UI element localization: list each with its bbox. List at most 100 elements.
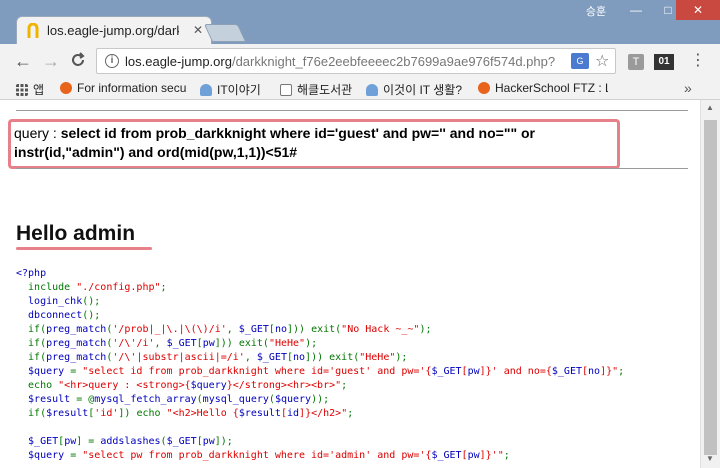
- code-token: addslashes: [100, 436, 161, 447]
- code-token: '/\'/i': [112, 338, 155, 349]
- code-token: ;: [347, 408, 354, 419]
- code-token: $result: [16, 394, 77, 405]
- person-icon: [200, 84, 212, 96]
- code-token: pw: [202, 338, 215, 349]
- code-token: "<hr>query : <strong>{: [58, 380, 191, 391]
- code-token: if(: [16, 324, 47, 335]
- hello-heading: Hello admin: [16, 222, 136, 245]
- code-token: ])) exit(: [305, 352, 360, 363]
- code-token: 'id': [94, 408, 119, 419]
- code-line: $query = "select id from prob_darkknight…: [16, 365, 624, 379]
- query-sql-line2: instr(id,"admin") and ord(mid(pw,1,1))<5…: [14, 144, 298, 160]
- back-button[interactable]: ←: [14, 52, 32, 70]
- query-sql-line1: select id from prob_darkknight where id=…: [60, 125, 535, 141]
- code-token: ] =: [76, 436, 101, 447]
- code-token: mysql_query: [202, 394, 269, 405]
- bookmarks-overflow-icon[interactable]: »: [684, 80, 692, 96]
- code-token: $_GET: [16, 436, 59, 447]
- code-token: no: [588, 366, 601, 377]
- scroll-down-arrow-icon[interactable]: ▼: [706, 454, 714, 463]
- code-token: include: [16, 282, 77, 293]
- window-titlebar: los.eagle-jump.org/dark ✕ 승훈 — □ ✕: [0, 0, 720, 44]
- code-token: if(: [16, 408, 47, 419]
- apps-grid-icon: [16, 84, 28, 96]
- vertical-scrollbar[interactable]: ▲ ▼: [700, 100, 720, 468]
- code-token: $query: [190, 380, 227, 391]
- reload-icon[interactable]: [70, 52, 86, 68]
- extension-t-icon[interactable]: T: [628, 54, 644, 70]
- code-token: }'": [485, 450, 504, 461]
- divider: [16, 110, 688, 111]
- new-tab-button[interactable]: [203, 24, 247, 42]
- code-token: ;: [160, 282, 167, 293]
- code-line: <?php: [16, 267, 624, 281]
- minimize-button[interactable]: —: [620, 0, 652, 20]
- code-token: = @: [76, 394, 95, 405]
- code-token: ,: [244, 352, 257, 363]
- code-token: $query: [16, 450, 71, 461]
- profile-button[interactable]: 승훈: [578, 4, 614, 20]
- code-token: pw: [64, 436, 77, 447]
- code-token: ;: [341, 380, 348, 391]
- code-token: no: [274, 324, 287, 335]
- code-token: $result: [46, 408, 89, 419]
- code-token: $query: [274, 394, 312, 405]
- code-token: pw: [467, 366, 480, 377]
- code-token: ])) exit(: [286, 324, 342, 335]
- code-line: $_GET[pw] = addslashes($_GET[pw]);: [16, 435, 624, 449]
- divider: [16, 168, 688, 169]
- bookmark-item[interactable]: 이것이 IT 생활?: [366, 81, 462, 98]
- address-bar[interactable]: i los.eagle-jump.org/darkknight_f76e2eeb…: [96, 48, 616, 74]
- bookmarks-bar: 앱 For information secu IT이야기 해클도서관 이것이 I…: [0, 78, 720, 100]
- code-token: $_GET: [166, 338, 197, 349]
- code-line: dbconnect();: [16, 309, 624, 323]
- bookmark-label: 해클도서관: [297, 83, 353, 97]
- php-source-code: <?php include "./config.php"; login_chk(…: [16, 267, 624, 463]
- code-token: ));: [311, 394, 330, 405]
- hello-highlight-underline: [16, 247, 152, 250]
- code-token: ();: [82, 296, 101, 307]
- code-token: $_GET: [256, 352, 287, 363]
- code-token: ();: [82, 310, 101, 321]
- bookmark-item[interactable]: For information secu: [60, 81, 188, 95]
- code-token: ,: [154, 338, 167, 349]
- bookmark-star-icon[interactable]: ☆: [595, 51, 609, 71]
- code-token: ;: [618, 366, 625, 377]
- bookmark-item[interactable]: IT이야기: [200, 81, 261, 98]
- code-token: $result: [238, 408, 281, 419]
- person-icon: [366, 84, 378, 96]
- extension-binary-icon[interactable]: 01: [654, 54, 674, 70]
- page-content: query : select id from prob_darkknight w…: [0, 100, 700, 468]
- code-token: preg_match: [46, 338, 107, 349]
- code-token: $query: [16, 366, 71, 377]
- code-token: "HeHe": [268, 338, 306, 349]
- query-label: query :: [14, 125, 61, 141]
- code-token: "select pw from prob_darkknight where id…: [82, 450, 432, 461]
- forward-button[interactable]: →: [42, 52, 60, 70]
- page-icon: [280, 84, 292, 96]
- bookmark-item[interactable]: 해클도서관: [280, 81, 352, 98]
- code-line: include "./config.php";: [16, 281, 624, 295]
- browser-menu-icon[interactable]: ⋮: [690, 52, 706, 70]
- translate-icon[interactable]: G: [571, 53, 589, 69]
- orange-shield-icon: [60, 82, 72, 94]
- bookmark-label: 이것이 IT 생활?: [383, 83, 462, 97]
- bookmark-label: HackerSchool FTZ : L: [495, 81, 608, 95]
- code-line: $query = "select pw from prob_darkknight…: [16, 449, 624, 463]
- code-token: );: [419, 324, 432, 335]
- code-token: pw: [467, 450, 480, 461]
- browser-tab[interactable]: los.eagle-jump.org/dark ✕: [16, 16, 212, 44]
- code-token: "./config.php": [76, 282, 161, 293]
- code-token: no: [293, 352, 306, 363]
- code-token: ])) exit(: [214, 338, 269, 349]
- bookmark-item[interactable]: HackerSchool FTZ : L: [478, 81, 608, 95]
- url-text[interactable]: los.eagle-jump.org/darkknight_f76e2eebfe…: [125, 54, 565, 69]
- site-info-icon[interactable]: i: [105, 54, 119, 68]
- scroll-up-arrow-icon[interactable]: ▲: [706, 103, 714, 112]
- scroll-thumb[interactable]: [704, 120, 717, 455]
- code-token: $_GET: [431, 450, 462, 461]
- tab-close-icon[interactable]: ✕: [193, 23, 203, 37]
- window-close-button[interactable]: ✕: [676, 0, 720, 20]
- bookmark-apps[interactable]: 앱: [16, 81, 44, 98]
- code-line: if(preg_match('/\'/i', $_GET[pw])) exit(…: [16, 337, 624, 351]
